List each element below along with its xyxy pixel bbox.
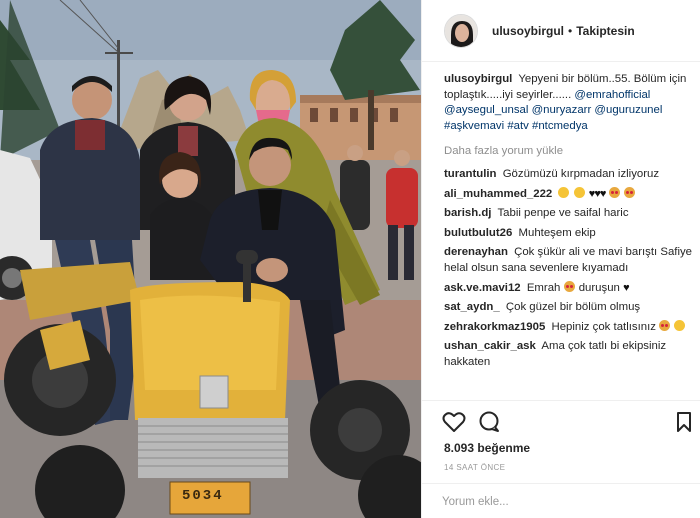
comment-text: duruşun [578, 281, 620, 294]
post-caption: ulusoybirgul Yepyeni bir bölüm..55. Bölü… [444, 72, 694, 134]
likes-number: 8.093 [444, 441, 475, 455]
bookmark-icon[interactable] [676, 411, 692, 433]
heart-icon[interactable] [442, 411, 466, 433]
license-plate: 5034 [182, 488, 224, 504]
comment-text: Çok güzel bir bölüm olmuş [505, 301, 641, 314]
comment-item: ushan_cakir_ask Ama çok tatlı bi ekipsin… [444, 339, 694, 370]
heart-eyes-emoji-icon [563, 280, 575, 292]
comment-item: sat_aydn_ Çok güzel bir bölüm olmuş [444, 300, 694, 316]
likes-label: beğenme [477, 441, 531, 455]
comment-username[interactable]: ali_muhammed_222 [444, 188, 552, 200]
heart-eyes-emoji-icon [608, 186, 620, 198]
avatar-image [445, 14, 477, 47]
load-more-comments-button[interactable]: Daha fazla yorum yükle [444, 144, 694, 160]
heart-eyes-emoji-icon [623, 186, 635, 198]
likes-count[interactable]: 8.093 beğenme [444, 441, 530, 455]
comment-text: Muhteşem ekip [518, 226, 596, 239]
follow-status-button[interactable]: Takiptesin [576, 24, 634, 38]
comment-icon[interactable] [478, 411, 500, 433]
tag-link[interactable]: #ntcmedya [532, 120, 588, 132]
header-separator: • [568, 23, 573, 38]
comment-text: Hepiniz çok tatlısınız [551, 320, 656, 333]
post-side-panel: ulusoybirgul • Takiptesin ulusoybirgul Y… [421, 0, 700, 518]
comment-item: derenayhan Çok şükür ali ve mavi barıştı… [444, 245, 694, 276]
comment-item: ali_muhammed_222 ♥♥♥ [444, 186, 694, 203]
tag-link[interactable]: @aysegul_unsal [444, 104, 528, 116]
caption-username[interactable]: ulusoybirgul [444, 73, 512, 85]
comment-item: turantulin Gözümüzü kırpmadan izliyoruz [444, 167, 694, 183]
comment-item: bulutbulut26 Muhteşem ekip [444, 226, 694, 242]
comment-username[interactable]: bulutbulut26 [444, 227, 512, 239]
black-heart-emoji-icon: ♥ [623, 281, 629, 294]
comment-username[interactable]: sat_aydn_ [444, 301, 500, 313]
header-username[interactable]: ulusoybirgul [492, 24, 564, 38]
comment-username[interactable]: zehrakorkmaz1905 [444, 321, 545, 333]
avatar[interactable] [444, 13, 478, 48]
comment-username[interactable]: turantulin [444, 168, 497, 180]
comment-username[interactable]: derenayhan [444, 246, 508, 258]
add-comment-bar [422, 483, 700, 518]
comment-item: barish.dj Tabii penpe ve saifal haric [444, 206, 694, 222]
tag-link[interactable]: #atv [507, 120, 529, 132]
comments-list: ulusoybirgul Yepyeni bir bölüm..55. Bölü… [444, 72, 694, 375]
smile-emoji-icon [573, 186, 585, 198]
comment-username[interactable]: ushan_cakir_ask [444, 340, 536, 352]
smile-emoji-icon [558, 186, 570, 198]
heart-eyes-emoji-icon [659, 319, 671, 331]
comment-text: Emrah [526, 281, 561, 294]
comment-text: Tabii penpe ve saifal haric [497, 207, 629, 220]
black-hearts-emoji-icon: ♥♥♥ [588, 187, 607, 200]
post-actions: 8.093 beğenme 14 SAAT ÖNCE [422, 400, 700, 518]
tag-link[interactable]: @emrahofficial [574, 89, 650, 101]
tag-link[interactable]: @nuryazarr [532, 104, 592, 116]
post-header: ulusoybirgul • Takiptesin [422, 0, 700, 62]
smile-emoji-icon [674, 319, 686, 331]
tag-link[interactable]: @uguruzunel [594, 104, 662, 116]
comment-item: ask.ve.mavi12 Emrah duruşun ♥ [444, 280, 694, 297]
comment-username[interactable]: ask.ve.mavi12 [444, 282, 521, 294]
post-photo-image [0, 0, 421, 518]
comment-username[interactable]: barish.dj [444, 207, 491, 219]
comment-text: Gözümüzü kırpmadan izliyoruz [502, 167, 660, 180]
comment-item: zehrakorkmaz1905 Hepiniz çok tatlısınız [444, 319, 694, 336]
post-photo[interactable]: 5034 [0, 0, 421, 518]
comment-input[interactable] [442, 493, 682, 511]
tag-link[interactable]: #aşkvemavi [444, 120, 504, 132]
post-timestamp: 14 SAAT ÖNCE [444, 463, 506, 472]
